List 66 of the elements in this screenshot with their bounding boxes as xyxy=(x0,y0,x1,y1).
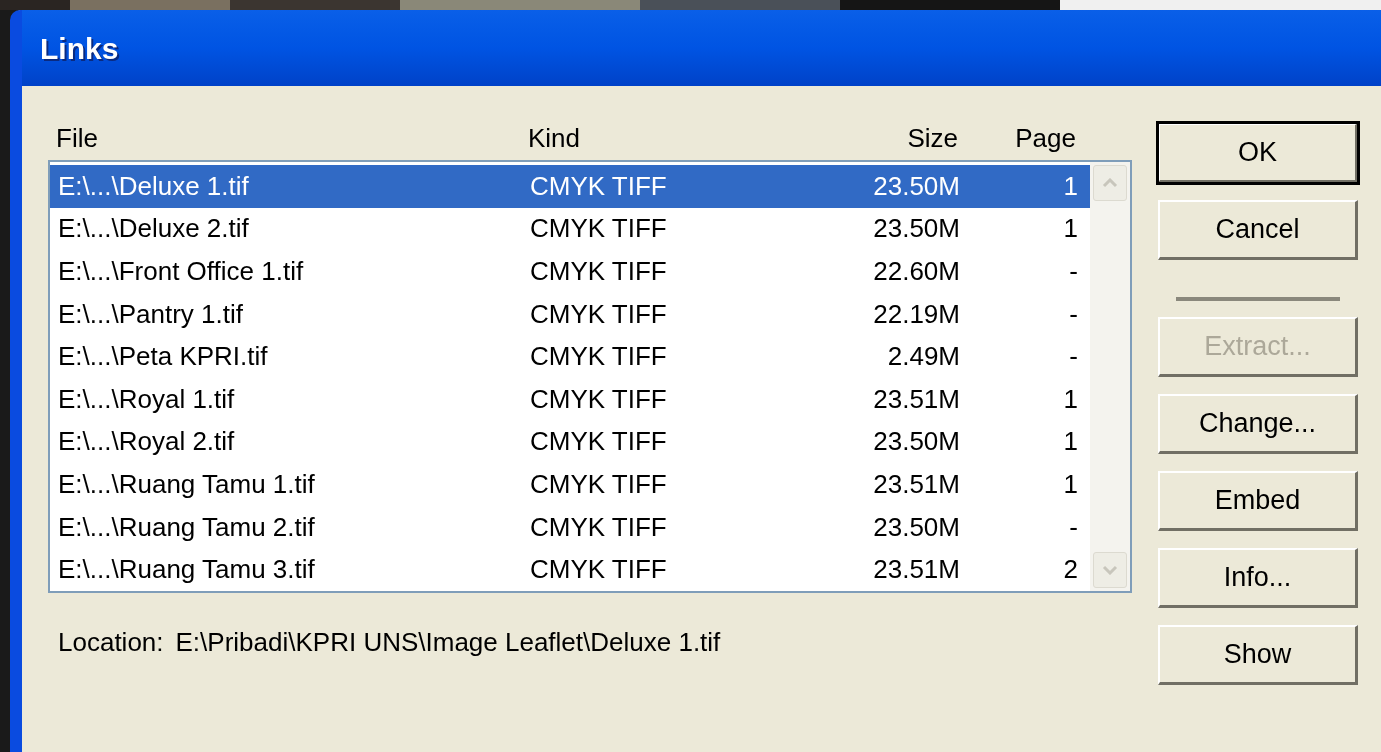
list-row[interactable]: E:\...\Ruang Tamu 2.tif CMYK TIFF 23.50M - xyxy=(50,505,1090,549)
column-header: Kind xyxy=(528,121,582,155)
table-cell-text: 23.51M xyxy=(872,553,960,587)
table-cell-text: CMYK TIFF xyxy=(530,212,668,246)
dialog-button[interactable]: Show xyxy=(1158,625,1358,685)
table-cell-text: CMYK TIFF xyxy=(530,340,668,374)
table-cell-text: 22.60M xyxy=(872,255,960,288)
table-cell-text: 1 xyxy=(1062,467,1078,501)
list-row[interactable]: E:\...\Royal 1.tif CMYK TIFF 23.51M 1 xyxy=(50,377,1090,421)
table-cell-text: 1 xyxy=(1062,425,1078,459)
table-cell-text: 23.50M xyxy=(872,510,960,544)
table-cell-text: E:\...\Ruang Tamu 3.tif xyxy=(57,553,316,587)
table-cell-text: E:\...\Peta KPRI.tif xyxy=(57,340,269,374)
scroll-down-button[interactable] xyxy=(1093,552,1127,588)
dialog-button[interactable]: OK xyxy=(1158,123,1358,183)
list-row[interactable]: E:\...\Royal 2.tif CMYK TIFF 23.50M 1 xyxy=(50,420,1090,464)
list-row[interactable]: E:\...\Ruang Tamu 1.tif CMYK TIFF 23.51M 1 xyxy=(50,463,1090,506)
table-cell-text: 22.19M xyxy=(872,297,960,331)
column-header: Page xyxy=(1014,121,1076,155)
scrollbar[interactable] xyxy=(1090,162,1130,591)
table-cell-text: 1 xyxy=(1062,382,1078,416)
table-cell-text: 23.50M xyxy=(872,212,960,246)
table-cell-text: CMYK TIFF xyxy=(530,382,668,416)
column-header: File xyxy=(55,121,99,155)
location-label: Location: xyxy=(58,626,164,659)
table-cell-text: 1 xyxy=(1062,212,1078,246)
list-row[interactable]: E:\...\Deluxe 2.tif CMYK TIFF 23.50M 1 xyxy=(50,207,1090,251)
table-cell-text: E:\...\Ruang Tamu 1.tif xyxy=(57,467,316,501)
table-cell-text: 23.50M xyxy=(872,425,960,459)
list-row[interactable]: E:\...\Pantry 1.tif CMYK TIFF 22.19M - xyxy=(50,292,1090,336)
column-header: Size xyxy=(906,121,958,155)
list-row[interactable]: E:\...\Peta KPRI.tif CMYK TIFF 2.49M - xyxy=(50,335,1090,378)
table-cell-text: E:\...\Royal 1.tif xyxy=(57,382,236,416)
table-cell-text: 1 xyxy=(1062,169,1078,203)
table-cell-text: 23.50M xyxy=(872,169,960,203)
table-cell-text: CMYK TIFF xyxy=(530,297,668,331)
location-path: E:\Pribadi\KPRI UNS\Image Leaflet\Deluxe 1.tif xyxy=(175,626,721,659)
table-cell-text: CMYK TIFF xyxy=(530,255,668,288)
dialog-button[interactable]: Change... xyxy=(1158,394,1358,454)
dialog-button[interactable]: Cancel xyxy=(1158,200,1358,260)
list-row[interactable]: E:\...\Deluxe 1.tif CMYK TIFF 23.50M 1 xyxy=(50,165,1090,208)
table-cell-text: E:\...\Deluxe 2.tif xyxy=(57,212,250,246)
table-cell-text: E:\...\Ruang Tamu 2.tif xyxy=(57,510,316,544)
window-title: Links xyxy=(40,30,119,67)
table-cell-text: CMYK TIFF xyxy=(530,169,668,203)
table-cell-text: 23.51M xyxy=(872,467,960,501)
dialog-button[interactable]: Embed xyxy=(1158,471,1358,531)
table-cell-text: E:\...\Front Office 1.tif xyxy=(57,255,305,288)
table-cell-text: CMYK TIFF xyxy=(530,510,668,544)
list-row[interactable]: E:\...\Front Office 1.tif CMYK TIFF 22.60M - xyxy=(50,250,1090,293)
table-cell-text: CMYK TIFF xyxy=(530,425,668,459)
table-cell-text: - xyxy=(1068,340,1078,374)
table-cell-text: - xyxy=(1068,255,1078,288)
dialog-button[interactable]: Info... xyxy=(1158,548,1358,608)
table-cell-text: CMYK TIFF xyxy=(530,553,668,587)
table-cell-text: E:\...\Pantry 1.tif xyxy=(57,297,244,331)
list-row[interactable]: E:\...\Ruang Tamu 3.tif CMYK TIFF 23.51M 2 xyxy=(50,548,1090,591)
table-cell-text: E:\...\Deluxe 1.tif xyxy=(57,169,250,203)
table-cell-text: - xyxy=(1068,510,1078,544)
table-cell-text: 2 xyxy=(1062,553,1078,587)
table-cell-text: - xyxy=(1068,297,1078,331)
table-cell-text: E:\...\Royal 2.tif xyxy=(57,425,236,459)
scroll-up-button[interactable] xyxy=(1093,165,1127,201)
table-cell-text: 23.51M xyxy=(872,382,960,416)
table-cell-text: 2.49M xyxy=(886,340,960,374)
table-cell-text: CMYK TIFF xyxy=(530,467,668,501)
